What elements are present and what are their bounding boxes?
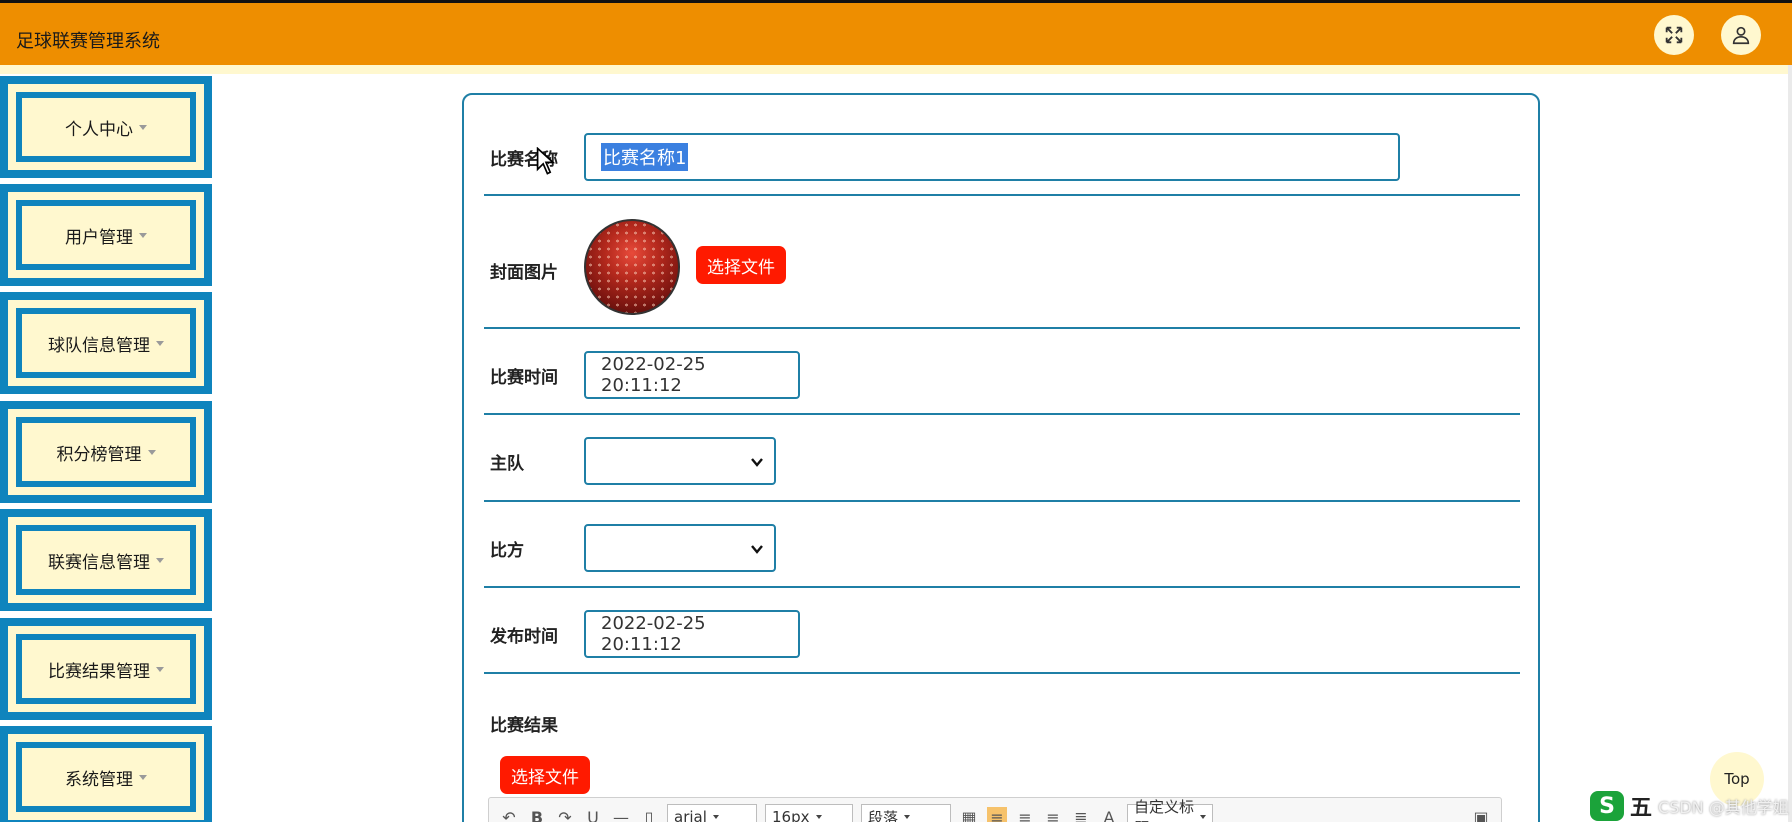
result-choose-file-button[interactable]: 选择文件 xyxy=(500,756,590,794)
header-strip xyxy=(0,65,1792,74)
sidebar-item-system[interactable]: 系统管理 xyxy=(0,726,212,822)
sidebar-item-label: 个人中心 xyxy=(65,119,133,140)
home-team-select[interactable] xyxy=(584,437,776,485)
match-time-label: 比赛时间 xyxy=(490,368,558,388)
sidebar-item-frame: 用户管理 xyxy=(8,192,204,278)
sidebar-item-team-info[interactable]: 球队信息管理 xyxy=(0,292,212,394)
custom-title-value: 自定义标题 xyxy=(1134,798,1195,822)
sidebar-item-frame: 球队信息管理 xyxy=(8,300,204,386)
mouse-cursor-icon xyxy=(536,147,556,175)
dropdown-arrow-icon xyxy=(815,815,822,819)
bold-icon[interactable]: B xyxy=(527,807,547,822)
caret-down-icon xyxy=(139,232,147,238)
sidebar-item-label: 球队信息管理 xyxy=(48,335,150,356)
fullscreen-icon xyxy=(1665,26,1683,44)
match-name-value: 比赛名称1 xyxy=(601,143,689,171)
sidebar-item-user-management[interactable]: 用户管理 xyxy=(0,184,212,286)
cover-image-label: 封面图片 xyxy=(490,263,558,283)
font-family-value: arial xyxy=(674,808,707,822)
align-left-icon[interactable]: ≡ xyxy=(987,807,1007,822)
caret-down-icon xyxy=(139,124,147,130)
sidebar-item-box: 比赛结果管理 xyxy=(16,634,196,704)
cover-choose-file-button[interactable]: 选择文件 xyxy=(696,246,786,284)
sidebar-item-box: 个人中心 xyxy=(16,92,196,162)
align-center-icon[interactable]: ≡ xyxy=(1043,807,1063,822)
redo-icon[interactable]: ↷ xyxy=(555,807,575,822)
sidebar-item-standings[interactable]: 积分榜管理 xyxy=(0,401,212,503)
paragraph-value: 段落 xyxy=(868,808,899,822)
watermark-overlay: S 五 CSDN @其他学姐 xyxy=(1590,790,1789,822)
align-right-icon[interactable]: ≡ xyxy=(1015,807,1035,822)
publish-time-label: 发布时间 xyxy=(490,627,558,647)
sidebar-item-frame: 联赛信息管理 xyxy=(8,517,204,603)
sidebar-item-box: 系统管理 xyxy=(16,742,196,812)
row-publish-time: 发布时间 2022-02-25 20:11:12 xyxy=(484,588,1520,674)
row-match-name: 比赛名称 比赛名称1 xyxy=(484,95,1520,196)
caret-down-icon xyxy=(156,557,164,563)
row-match-time: 比赛时间 2022-02-25 20:11:12 xyxy=(484,329,1520,415)
chevron-down-icon xyxy=(751,458,763,467)
sidebar-item-frame: 系统管理 xyxy=(8,734,204,820)
sidebar-item-label: 系统管理 xyxy=(65,769,133,790)
sidebar-item-box: 用户管理 xyxy=(16,200,196,270)
sidebar-item-league-info[interactable]: 联赛信息管理 xyxy=(0,509,212,611)
undo-icon[interactable]: ↶ xyxy=(499,807,519,822)
caret-down-icon xyxy=(156,340,164,346)
match-name-input[interactable]: 比赛名称1 xyxy=(584,133,1400,181)
row-cover-image: 封面图片 选择文件 xyxy=(484,196,1520,329)
user-button[interactable] xyxy=(1721,15,1761,55)
font-size-value: 16px xyxy=(772,808,810,822)
sidebar-item-frame: 比赛结果管理 xyxy=(8,626,204,712)
caret-down-icon xyxy=(147,449,156,455)
row-home-team: 主队 xyxy=(484,415,1520,502)
csdn-watermark: CSDN @其他学姐 xyxy=(1658,798,1789,817)
ime-logo-icon: S xyxy=(1590,791,1624,821)
dropdown-arrow-icon xyxy=(712,815,719,819)
table-icon[interactable]: ▦ xyxy=(959,807,979,822)
sidebar-item-personal-center[interactable]: 个人中心 xyxy=(0,76,212,178)
document-icon[interactable]: ▯ xyxy=(639,807,659,822)
page-scrollbar[interactable] xyxy=(1788,65,1792,822)
row-score: 比方 xyxy=(484,502,1520,588)
sidebar-item-box: 联赛信息管理 xyxy=(16,525,196,595)
paragraph-select[interactable]: 段落 xyxy=(861,804,951,822)
match-time-input[interactable]: 2022-02-25 20:11:12 xyxy=(584,351,800,399)
sidebar-item-label: 比赛结果管理 xyxy=(48,661,150,682)
score-label: 比方 xyxy=(490,541,524,561)
caret-down-icon xyxy=(156,666,164,672)
chevron-down-icon xyxy=(751,545,763,554)
caret-down-icon xyxy=(139,774,147,780)
align-justify-icon[interactable]: ≣ xyxy=(1071,807,1091,822)
sidebar-item-box: 积分榜管理 xyxy=(16,417,196,487)
match-result-label: 比赛结果 xyxy=(490,716,558,736)
font-size-select[interactable]: 16px xyxy=(765,804,853,822)
dropdown-arrow-icon xyxy=(904,815,911,819)
fullscreen-button[interactable] xyxy=(1654,15,1694,55)
sidebar-item-match-results[interactable]: 比赛结果管理 xyxy=(0,618,212,720)
cover-image-preview xyxy=(584,219,680,315)
editor-toolbar: ↶ B ↷ U — ▯ arial 16px 段落 ▦ ≡ ≡ ≡ ≣ A 自定… xyxy=(488,797,1502,822)
sidebar-item-frame: 积分榜管理 xyxy=(8,409,204,495)
score-select[interactable] xyxy=(584,524,776,572)
top-bar: 足球联赛管理系统 xyxy=(0,0,1792,65)
form-card: 比赛名称 比赛名称1 封面图片 选择文件 比赛时间 2022-02-25 20:… xyxy=(462,93,1540,822)
preview-icon[interactable]: ▣ xyxy=(1471,807,1491,822)
sidebar-item-label: 用户管理 xyxy=(65,227,133,248)
dropdown-arrow-icon xyxy=(1200,815,1206,819)
sidebar-item-box: 球队信息管理 xyxy=(16,308,196,378)
custom-title-select[interactable]: 自定义标题 xyxy=(1127,798,1213,822)
font-family-select[interactable]: arial xyxy=(667,804,757,822)
sidebar-item-frame: 个人中心 xyxy=(8,84,204,170)
font-color-icon[interactable]: A xyxy=(1099,807,1119,822)
sidebar-item-label: 联赛信息管理 xyxy=(48,552,150,573)
underline-icon[interactable]: U xyxy=(583,807,603,822)
app-title: 足球联赛管理系统 xyxy=(16,31,160,52)
user-icon xyxy=(1732,26,1750,45)
horizontal-rule-icon[interactable]: — xyxy=(611,807,631,822)
sidebar-item-label: 积分榜管理 xyxy=(56,444,142,465)
ime-mode: 五 xyxy=(1630,796,1653,821)
publish-time-input[interactable]: 2022-02-25 20:11:12 xyxy=(584,610,800,658)
crowd-texture xyxy=(586,221,678,313)
home-team-label: 主队 xyxy=(490,454,524,474)
